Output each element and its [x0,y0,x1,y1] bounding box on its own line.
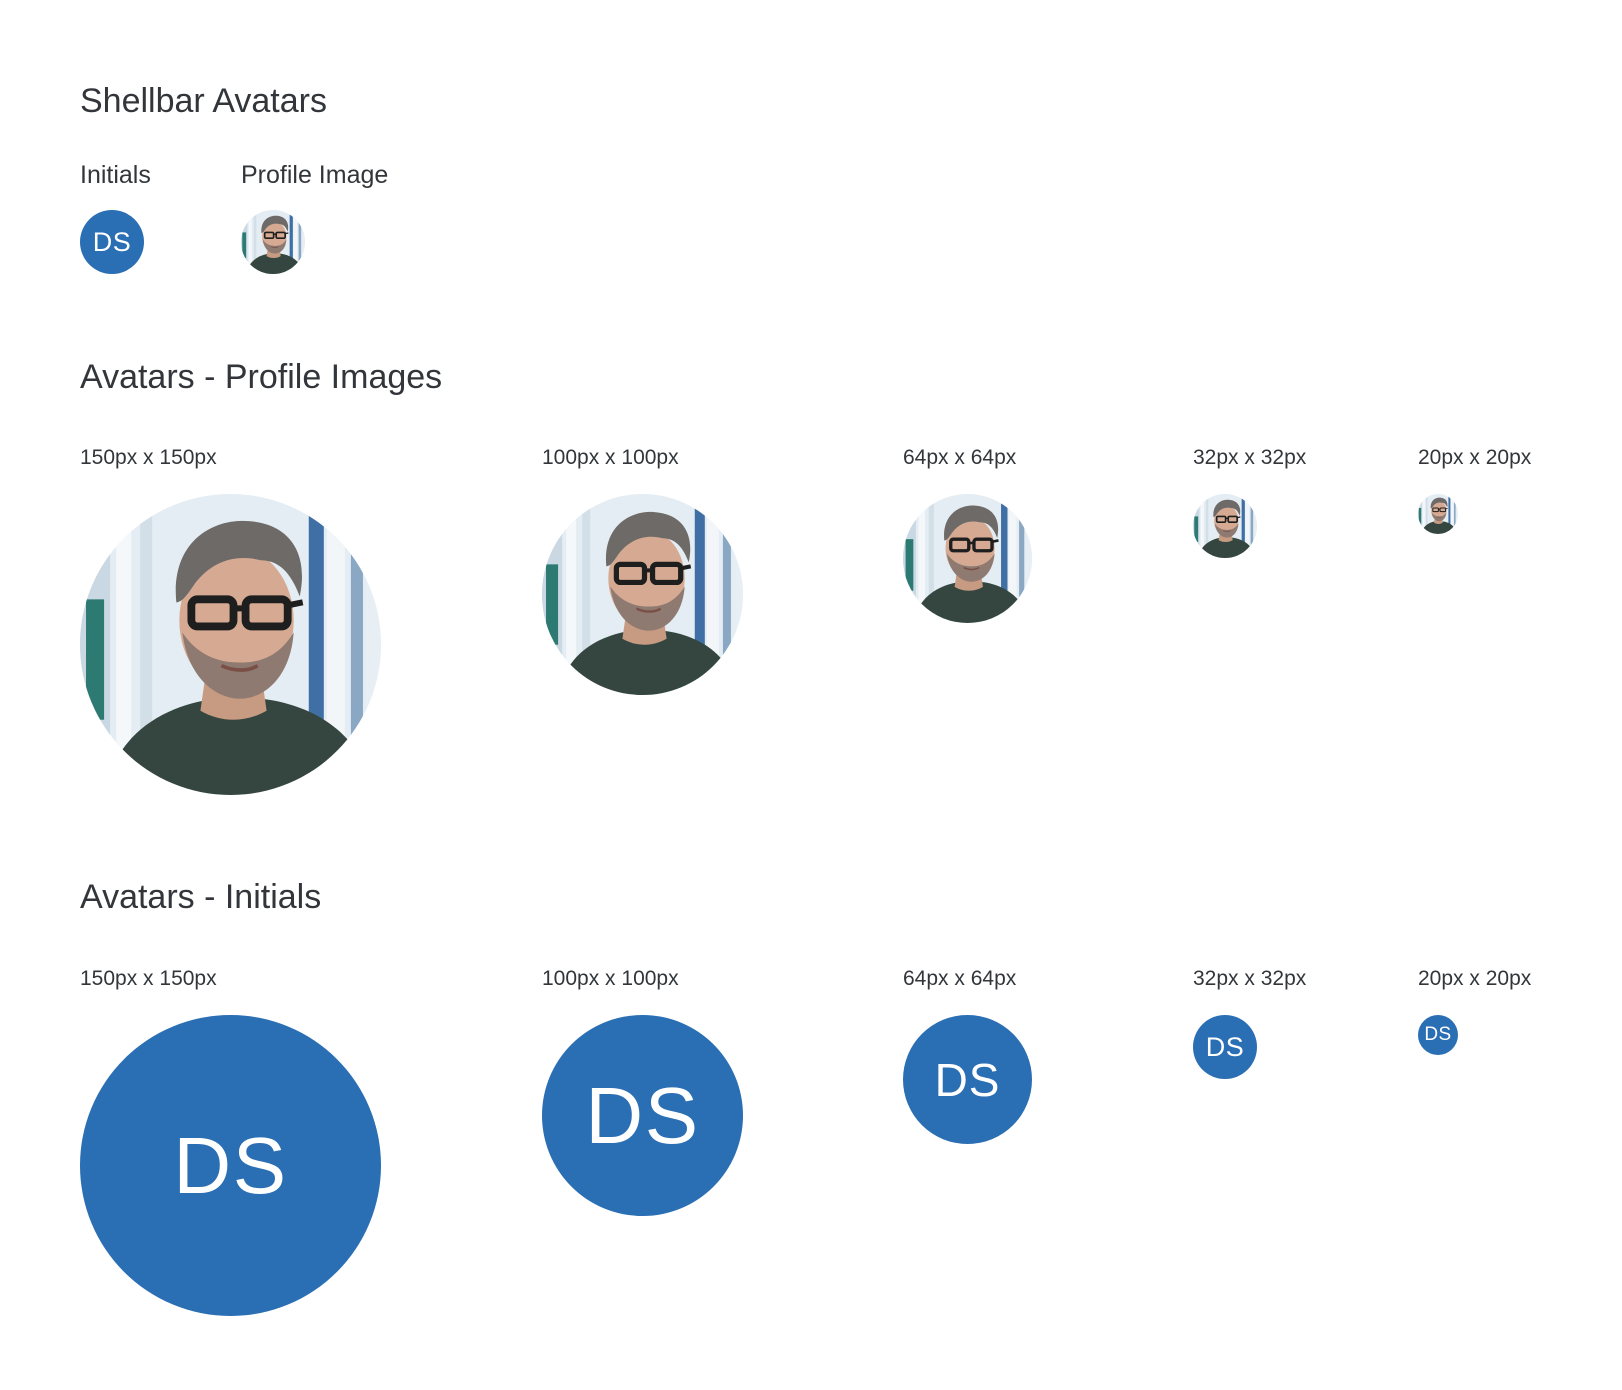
size-label-64: 64px x 64px [903,446,1017,469]
avatar-initials-text: DS [1205,1031,1245,1062]
size-label-150: 150px x 150px [80,967,217,990]
initials-label: Initials [80,161,151,189]
shellbar-avatars-title: Shellbar Avatars [80,82,327,120]
profile-avatar-32[interactable] [1193,494,1257,558]
initials-avatar-150[interactable]: DS [80,1015,381,1316]
size-label-32: 32px x 32px [1193,446,1307,469]
person-photo-icon [241,210,305,274]
person-photo-icon [1193,494,1257,558]
initials-avatar-100[interactable]: DS [542,1015,743,1216]
initials-avatar-64[interactable]: DS [903,1015,1032,1144]
avatar-initials-text: DS [173,1120,288,1210]
size-label-100: 100px x 100px [542,446,679,469]
person-photo-icon [542,494,743,695]
profile-avatar-100[interactable] [542,494,743,695]
profile-avatar-64[interactable] [903,494,1032,623]
shellbar-initials-avatar[interactable]: DS [80,210,144,274]
profile-image-label: Profile Image [241,161,389,189]
size-label-20: 20px x 20px [1418,446,1532,469]
person-photo-icon [80,494,381,795]
initials-avatar-20[interactable]: DS [1418,1015,1458,1055]
shellbar-profile-avatar[interactable] [241,210,305,274]
profile-images-title: Avatars - Profile Images [80,358,443,396]
avatar-initials-text: DS [92,226,132,257]
size-label-100: 100px x 100px [542,967,679,990]
size-label-20: 20px x 20px [1418,967,1532,990]
size-label-32: 32px x 32px [1193,967,1307,990]
size-label-150: 150px x 150px [80,446,217,469]
avatar-initials-text: DS [1424,1024,1452,1045]
profile-avatar-150[interactable] [80,494,381,795]
person-photo-icon [903,494,1032,623]
person-photo-icon [1418,494,1458,534]
size-label-64: 64px x 64px [903,967,1017,990]
initials-title: Avatars - Initials [80,878,322,916]
avatar-initials-text: DS [585,1070,700,1160]
profile-avatar-20[interactable] [1418,494,1458,534]
avatar-initials-text: DS [934,1053,1001,1106]
initials-avatar-32[interactable]: DS [1193,1015,1257,1079]
